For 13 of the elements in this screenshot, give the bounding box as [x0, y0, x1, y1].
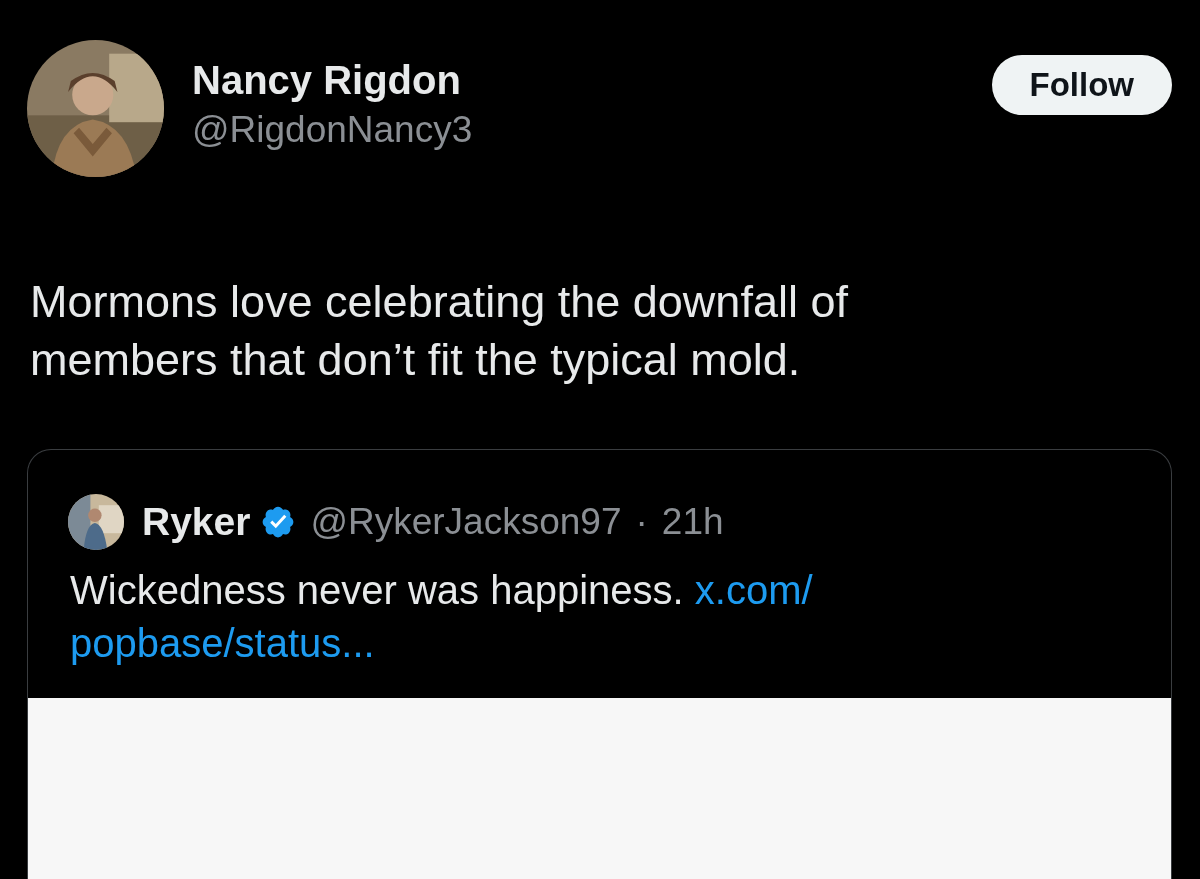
tweet-text: Mormons love celebrating the downfall of members that don’t fit the typical mold. — [30, 275, 849, 387]
quoted-tweet-text: Wickedness never was happiness. — [70, 568, 684, 612]
timestamp: 21h — [661, 501, 724, 543]
quoted-tweet-card[interactable]: Ryker @RykerJackson97 · 21h Wickedness never was happiness. x.com/ popbase/status... — [27, 449, 1172, 879]
author-handle[interactable]: @RigdonNancy3 — [192, 109, 964, 151]
quoted-author-name: Ryker — [142, 500, 251, 544]
link[interactable]: x.com/ — [694, 568, 813, 612]
follow-button[interactable]: Follow — [991, 55, 1172, 115]
quoted-author-handle: @RykerJackson97 — [310, 501, 622, 543]
separator-dot: · — [635, 501, 648, 543]
author-name[interactable]: Nancy Rigdon — [192, 58, 964, 103]
media-preview[interactable] — [28, 698, 1171, 879]
link[interactable]: popbase/status... — [70, 621, 375, 665]
